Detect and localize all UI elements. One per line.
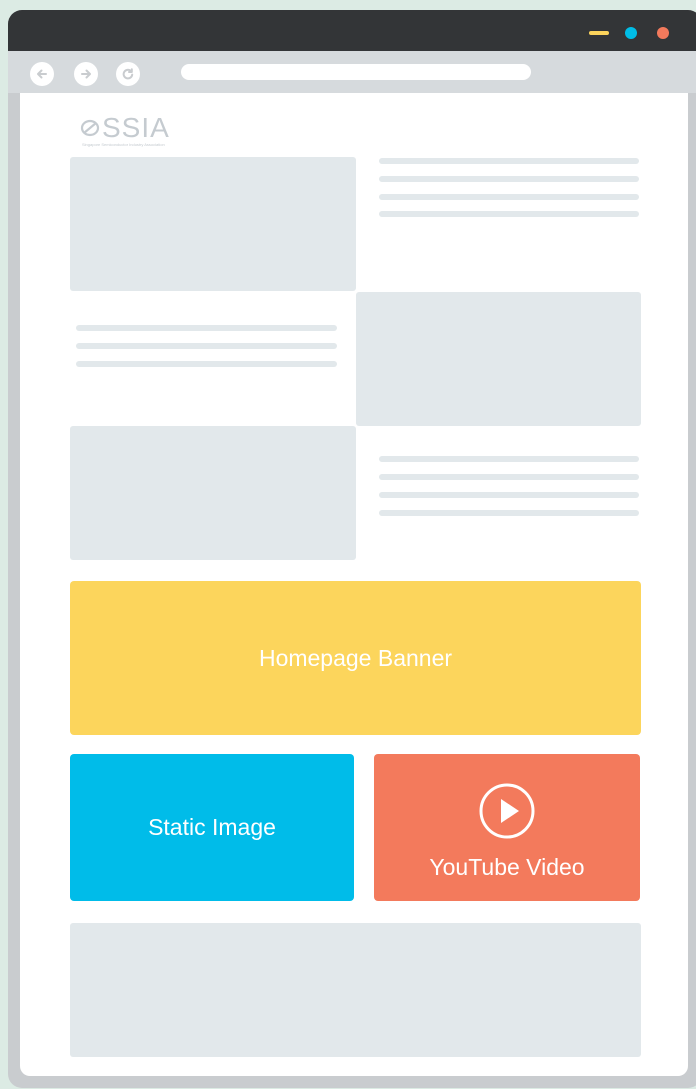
address-bar[interactable]	[181, 64, 531, 80]
image-placeholder-3	[70, 426, 356, 560]
browser-window: SSIA Singapore Semiconductor Industry As…	[8, 10, 696, 1088]
text-line-placeholder	[379, 158, 639, 164]
play-circle-icon[interactable]	[478, 782, 536, 840]
back-button[interactable]	[30, 62, 54, 86]
minimize-button[interactable]	[589, 31, 609, 35]
logo-mark-icon	[80, 119, 100, 137]
forward-button[interactable]	[74, 62, 98, 86]
text-line-placeholder	[379, 474, 639, 480]
text-line-placeholder	[379, 194, 639, 200]
title-bar	[8, 10, 696, 51]
text-line-placeholder	[379, 510, 639, 516]
image-placeholder-1	[70, 157, 356, 291]
page-content: SSIA Singapore Semiconductor Industry As…	[20, 93, 688, 1076]
reload-icon	[122, 68, 134, 80]
homepage-banner-label: Homepage Banner	[258, 644, 453, 671]
logo-text: SSIA	[102, 112, 170, 143]
static-image-tile[interactable]: Static Image	[70, 754, 354, 901]
text-line-placeholder	[76, 325, 337, 331]
maximize-button[interactable]	[625, 27, 637, 39]
static-image-label: Static Image	[148, 814, 276, 840]
logo-subtitle: Singapore Semiconductor Industry Associa…	[82, 142, 165, 147]
homepage-banner[interactable]: Homepage Banner	[70, 581, 641, 735]
image-placeholder-2	[356, 292, 641, 426]
back-arrow-icon	[37, 69, 47, 79]
close-button[interactable]	[657, 27, 669, 39]
youtube-video-label: YouTube Video	[429, 854, 585, 880]
ssia-logo[interactable]: SSIA Singapore Semiconductor Industry As…	[80, 112, 240, 147]
reload-button[interactable]	[116, 62, 140, 86]
youtube-video-tile[interactable]: YouTube Video	[374, 754, 640, 901]
text-line-placeholder	[379, 176, 639, 182]
footer-placeholder	[70, 923, 641, 1057]
text-line-placeholder	[379, 211, 639, 217]
text-line-placeholder	[379, 456, 639, 462]
text-line-placeholder	[76, 361, 337, 367]
text-line-placeholder	[379, 492, 639, 498]
forward-arrow-icon	[81, 69, 91, 79]
text-line-placeholder	[76, 343, 337, 349]
navigation-bar	[8, 51, 696, 93]
